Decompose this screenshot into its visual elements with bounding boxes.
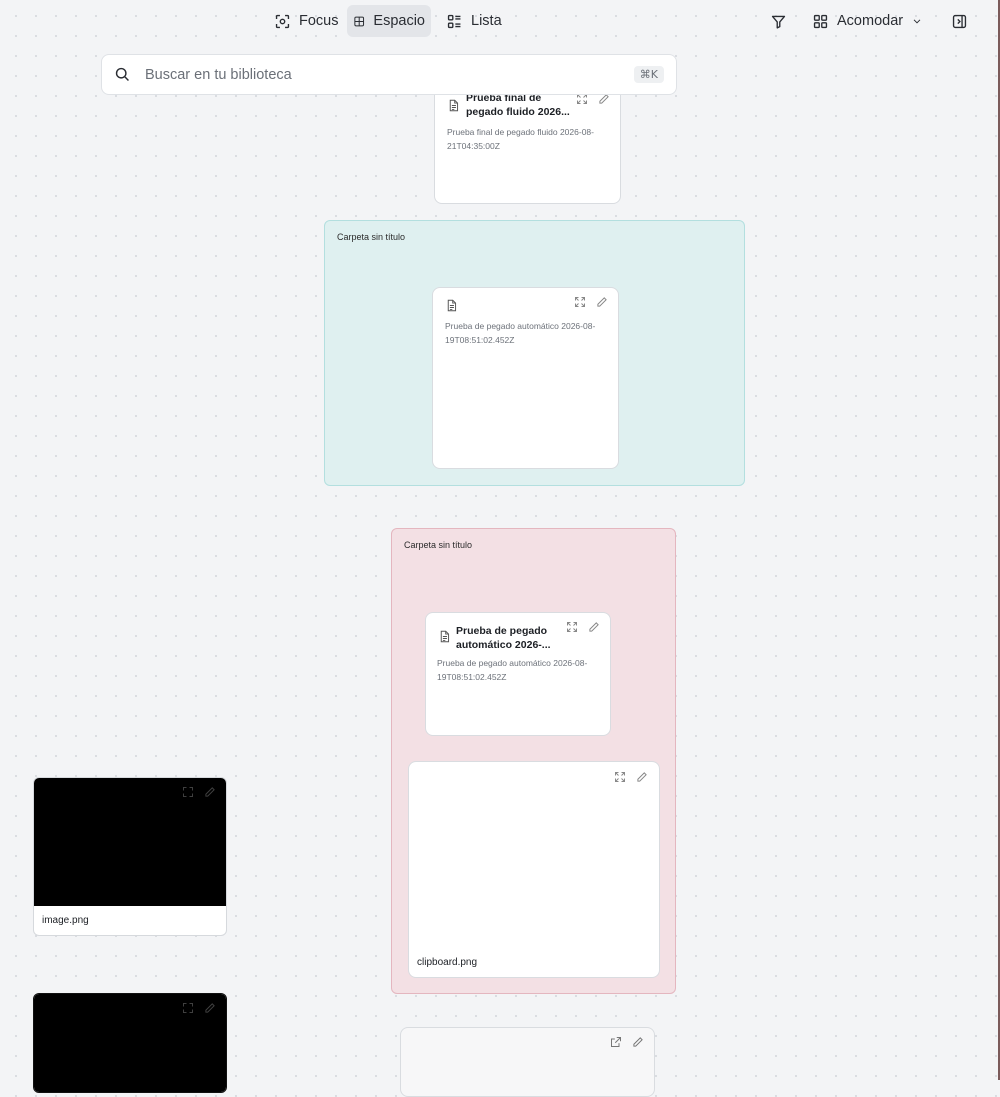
grid-icon	[354, 16, 365, 26]
pencil-icon	[589, 622, 599, 632]
note-card[interactable]: Prueba de pegado automático 2026-... Pru…	[425, 612, 611, 736]
image-card[interactable]	[33, 993, 227, 1093]
view-espacio-label: Espacio	[373, 13, 425, 29]
document-icon	[449, 99, 459, 112]
image-card[interactable]: image.png	[33, 777, 227, 936]
list-icon	[447, 14, 461, 28]
card-body-line1: Prueba de pegado automático 2026-08-	[437, 658, 588, 668]
view-lista-button[interactable]: Lista	[440, 5, 508, 37]
card-body-line2: 19T08:51:02.452Z	[445, 335, 515, 345]
card-title-line1: Prueba de pegado	[456, 625, 548, 637]
pencil-icon	[597, 297, 607, 307]
card-body-line2: 21T04:35:00Z	[447, 141, 500, 151]
search-bar[interactable]: ⌘K	[101, 54, 677, 95]
search-input[interactable]	[143, 65, 634, 84]
arrange-icon	[813, 14, 828, 28]
top-toolbar: Focus Espacio Lista Acomodar	[0, 0, 1000, 42]
card-body-line2: 19T08:51:02.452Z	[437, 672, 507, 682]
folder[interactable]: Carpeta sin título Prueba de pegado auto…	[391, 528, 676, 994]
edit-button[interactable]	[632, 1036, 644, 1048]
card-body-line1: Prueba de pegado automático 2026-08-	[445, 321, 596, 331]
external-link-icon	[611, 1037, 621, 1047]
pencil-icon	[637, 772, 647, 782]
folder-title: Carpeta sin título	[404, 540, 473, 550]
expand-icon[interactable]	[182, 786, 194, 798]
filter-icon	[771, 15, 786, 29]
expand-button[interactable]	[566, 621, 578, 633]
document-icon	[447, 299, 457, 312]
link-card[interactable]	[400, 1027, 655, 1097]
expand-icon	[575, 297, 585, 307]
open-external-button[interactable]	[610, 1036, 622, 1048]
panel-toggle-icon	[952, 14, 967, 28]
pencil-icon[interactable]	[204, 786, 216, 798]
arrange-label: Acomodar	[837, 13, 904, 29]
view-lista-label: Lista	[471, 13, 502, 29]
document-icon	[440, 630, 450, 643]
card-title-line2: pegado fluido 2026...	[466, 106, 570, 118]
note-card[interactable]: Prueba de pegado automático 2026-08- 19T…	[432, 287, 619, 469]
arrange-button[interactable]: Acomodar	[812, 5, 923, 37]
expand-icon	[567, 622, 577, 632]
expand-icon	[615, 772, 625, 782]
card-filename: image.png	[42, 915, 89, 926]
edit-button[interactable]	[596, 296, 608, 308]
folder-title: Carpeta sin título	[337, 232, 406, 242]
view-focus-button[interactable]: Focus	[268, 5, 345, 37]
edit-button[interactable]	[636, 771, 648, 783]
expand-button[interactable]	[614, 771, 626, 783]
card-title-line2: automático 2026-...	[456, 639, 551, 651]
filter-button[interactable]	[770, 5, 787, 37]
panel-toggle-button[interactable]	[951, 5, 968, 37]
image-card[interactable]: clipboard.png	[408, 761, 660, 978]
view-focus-label: Focus	[299, 13, 339, 29]
card-filename: clipboard.png	[417, 957, 478, 968]
edit-button[interactable]	[588, 621, 600, 633]
folder[interactable]: Carpeta sin título Prueba de pegado auto…	[324, 220, 745, 486]
expand-icon[interactable]	[182, 1002, 194, 1014]
pencil-icon[interactable]	[204, 1002, 216, 1014]
note-card[interactable]: Prueba final de pegado fluido 2026... Pr…	[434, 84, 621, 204]
expand-button[interactable]	[574, 296, 586, 308]
focus-icon	[275, 14, 290, 28]
view-espacio-button[interactable]: Espacio	[347, 5, 431, 37]
search-shortcut-badge: ⌘K	[633, 66, 664, 83]
card-body-line1: Prueba final de pegado fluido 2026-08-	[447, 127, 594, 137]
pencil-icon	[633, 1037, 643, 1047]
chevron-down-icon	[913, 19, 921, 24]
search-icon	[115, 67, 129, 81]
